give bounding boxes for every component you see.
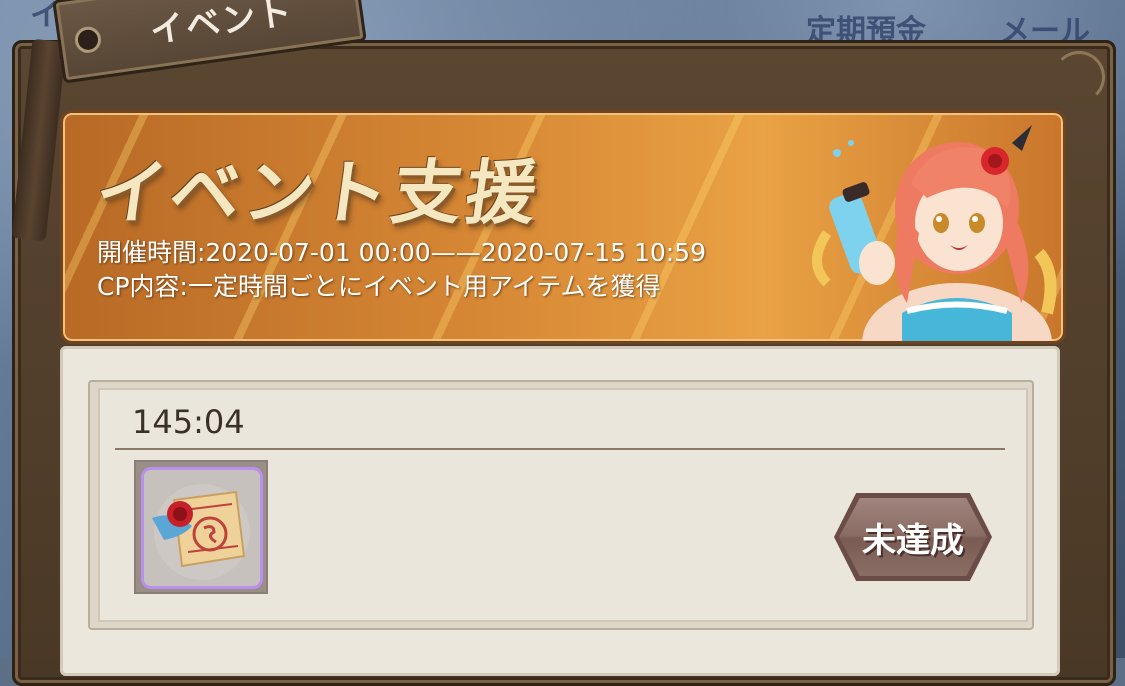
tag-hole-icon (73, 25, 103, 55)
sealed-scroll-icon (144, 470, 260, 586)
reward-item-slot[interactable] (134, 460, 268, 594)
banner-period: 開催時間:2020-07-01 00:00——2020-07-15 10:59 (97, 238, 706, 267)
timer-divider (115, 448, 1005, 450)
mission-timer: 145:04 (132, 403, 245, 441)
banner-title: イベント支援 (90, 152, 546, 234)
status-button[interactable]: 未達成 (834, 493, 992, 581)
corner-ornament-icon (1053, 51, 1105, 103)
character-illustration (812, 125, 1057, 341)
event-banner: イベント支援 開催時間:2020-07-01 00:00——2020-07-15… (60, 110, 1066, 344)
status-button-label: 未達成 (862, 520, 964, 561)
banner-content: CP内容:一定時間ごとにイベント用アイテムを獲得 (97, 272, 661, 301)
window-title: イベント (147, 0, 296, 52)
